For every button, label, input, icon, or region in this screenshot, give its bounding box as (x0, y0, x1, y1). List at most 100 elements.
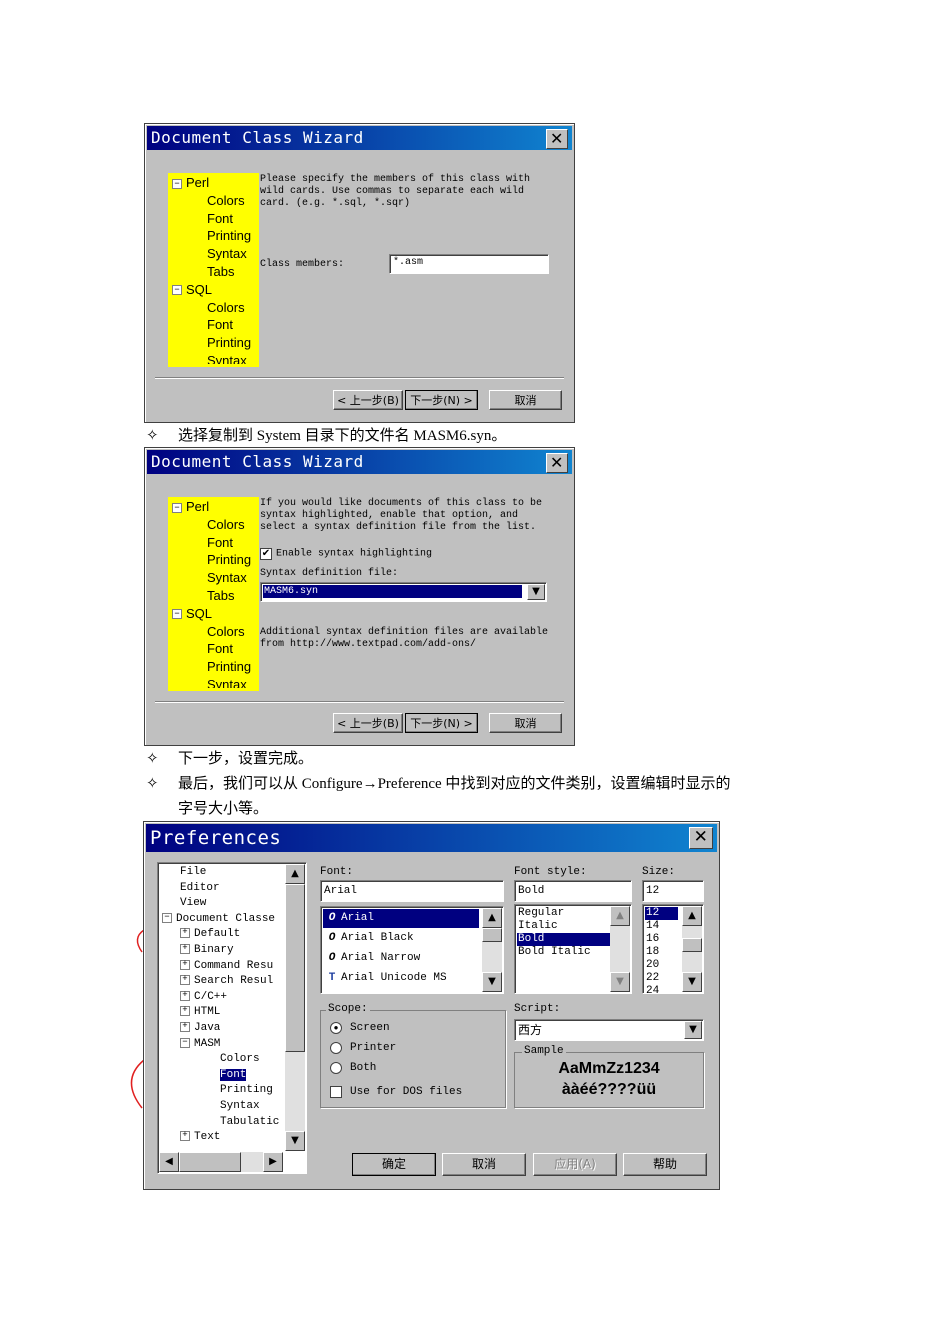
collapse-icon[interactable]: − (180, 1037, 190, 1048)
scroll-up-icon[interactable]: ▲ (610, 906, 630, 926)
font-item-arial-narrow[interactable]: O Arial Narrow (323, 949, 421, 968)
expand-icon[interactable]: + (180, 959, 190, 970)
tree-item-printing[interactable]: Printing (172, 334, 251, 352)
size-list[interactable]: 12 14 16 18 20 22 24 ▲ ▼ (642, 904, 704, 994)
cancel-button[interactable]: 取消 (442, 1153, 526, 1176)
size-item[interactable]: 16 (646, 933, 659, 946)
tree-item-printing[interactable]: Printing (162, 1083, 279, 1099)
font-style-list[interactable]: Regular Italic Bold Bold Italic ▲ ▼ (514, 904, 632, 994)
scroll-right-icon[interactable]: ▶ (263, 1152, 283, 1172)
tree-item-syntax[interactable]: Syntax (172, 676, 251, 688)
back-button[interactable]: < 上一步(B) (333, 713, 403, 733)
tree-item-colors[interactable]: Colors (172, 299, 251, 317)
tree-item-font[interactable]: Font (172, 640, 251, 658)
tree-item-masm[interactable]: − MASM (162, 1037, 279, 1053)
tree-item-printing[interactable]: Printing (172, 551, 251, 569)
scroll-thumb[interactable] (682, 938, 702, 952)
syntax-file-select[interactable]: MASM6.syn ▼ (260, 582, 547, 602)
expand-icon[interactable]: + (180, 944, 190, 955)
dropdown-arrow-icon[interactable]: ▼ (527, 584, 545, 600)
scroll-up-icon[interactable]: ▲ (682, 906, 702, 926)
help-button[interactable]: 帮助 (623, 1153, 707, 1176)
expand-icon[interactable]: + (180, 990, 190, 1001)
tree-item-perl[interactable]: − Perl (172, 498, 251, 516)
tree-item-syntax[interactable]: Syntax (172, 569, 251, 587)
tree-item-sql[interactable]: − SQL (172, 605, 251, 623)
size-item[interactable]: 14 (646, 920, 659, 933)
preferences-tree[interactable]: File Editor View − Document Classe + Defau… (157, 862, 307, 1174)
back-button[interactable]: < 上一步(B) (333, 390, 403, 410)
radio-icon[interactable] (330, 1062, 342, 1075)
collapse-icon[interactable]: − (172, 178, 182, 189)
expand-icon[interactable]: + (180, 1131, 190, 1142)
tree-item-text[interactable]: + Text (162, 1130, 279, 1146)
close-button[interactable]: ✕ (546, 129, 568, 149)
font-item-arial-black[interactable]: O Arial Black (323, 929, 414, 948)
expand-icon[interactable]: + (180, 1006, 190, 1017)
tree-item-java[interactable]: + Java (162, 1021, 279, 1037)
tree-item-tabs[interactable]: Tabs (172, 263, 251, 281)
scope-both-radio[interactable]: Both (330, 1059, 376, 1077)
expand-icon[interactable]: + (180, 928, 190, 939)
tree-item-font[interactable]: Font (162, 1068, 279, 1084)
radio-selected-icon[interactable]: ● (330, 1022, 342, 1035)
style-item-bold[interactable]: Bold (517, 933, 611, 946)
font-style-input[interactable]: Bold (514, 880, 632, 902)
dos-files-checkbox[interactable]: Use for DOS files (330, 1083, 462, 1101)
tree-item-font[interactable]: Font (172, 316, 251, 334)
tree-item-search-results[interactable]: + Search Resul (162, 974, 279, 990)
next-button[interactable]: 下一步(N) > (405, 713, 478, 733)
tree-item-sql[interactable]: − SQL (172, 281, 251, 299)
style-item-bold-italic[interactable]: Bold Italic (518, 946, 591, 959)
font-item-arial-unicode[interactable]: T Arial Unicode MS (323, 969, 447, 988)
cancel-button[interactable]: 取消 (489, 390, 562, 410)
script-select[interactable]: 西方 ▼ (514, 1019, 704, 1041)
close-button[interactable]: ✕ (546, 453, 568, 473)
style-item-italic[interactable]: Italic (518, 920, 558, 933)
scroll-thumb[interactable] (179, 1152, 241, 1172)
checkbox-checked-icon[interactable]: ✔ (260, 548, 272, 561)
tree-item-file[interactable]: File (162, 865, 279, 881)
tree-horizontal-scrollbar[interactable]: ◀ ▶ (159, 1152, 283, 1172)
tree-item-perl[interactable]: − Perl (172, 174, 251, 192)
tree-item-colors[interactable]: Colors (162, 1052, 279, 1068)
next-button[interactable]: 下一步(N) > (405, 390, 478, 410)
apply-button[interactable]: 应用(A) (533, 1153, 617, 1176)
size-item[interactable]: 24 (646, 985, 659, 993)
tree-item-tabulation[interactable]: Tabulatic (162, 1115, 279, 1131)
scroll-down-icon[interactable]: ▼ (482, 972, 502, 992)
size-input[interactable]: 12 (642, 880, 704, 902)
tree-item-colors[interactable]: Colors (172, 623, 251, 641)
tree-item-colors[interactable]: Colors (172, 516, 251, 534)
font-item-arial[interactable]: O Arial (323, 909, 479, 928)
scroll-down-icon[interactable]: ▼ (682, 972, 702, 992)
collapse-icon[interactable]: − (172, 609, 182, 620)
tree-item-font[interactable]: Font (172, 210, 251, 228)
scope-printer-radio[interactable]: Printer (330, 1039, 396, 1057)
tree-item-view[interactable]: View (162, 896, 279, 912)
scroll-thumb[interactable] (285, 884, 305, 1052)
radio-icon[interactable] (330, 1042, 342, 1055)
tree-item-command-results[interactable]: + Command Resu (162, 959, 279, 975)
tree-item-default[interactable]: + Default (162, 927, 279, 943)
scroll-up-icon[interactable]: ▲ (482, 908, 502, 928)
scroll-down-icon[interactable]: ▼ (285, 1131, 305, 1151)
size-item[interactable]: 18 (646, 946, 659, 959)
checkbox-icon[interactable] (330, 1086, 342, 1099)
tree-item-colors[interactable]: Colors (172, 192, 251, 210)
font-input[interactable]: Arial (320, 880, 504, 902)
enable-syntax-checkbox[interactable]: ✔ Enable syntax highlighting (260, 545, 432, 563)
collapse-icon[interactable]: − (172, 285, 182, 296)
tree-item-syntax[interactable]: Syntax (172, 352, 251, 364)
tree-item-syntax[interactable]: Syntax (172, 245, 251, 263)
expand-icon[interactable]: + (180, 975, 190, 986)
size-list-scrollbar[interactable]: ▲ ▼ (682, 906, 702, 992)
ok-button[interactable]: 确定 (352, 1153, 436, 1176)
tree-item-cpp[interactable]: + C/C++ (162, 990, 279, 1006)
tree-item-font[interactable]: Font (172, 534, 251, 552)
scope-screen-radio[interactable]: ● Screen (330, 1019, 390, 1037)
style-list-scrollbar[interactable]: ▲ ▼ (610, 906, 630, 992)
size-item[interactable]: 12 (645, 907, 678, 920)
scroll-down-icon[interactable]: ▼ (610, 972, 630, 992)
tree-item-binary[interactable]: + Binary (162, 943, 279, 959)
